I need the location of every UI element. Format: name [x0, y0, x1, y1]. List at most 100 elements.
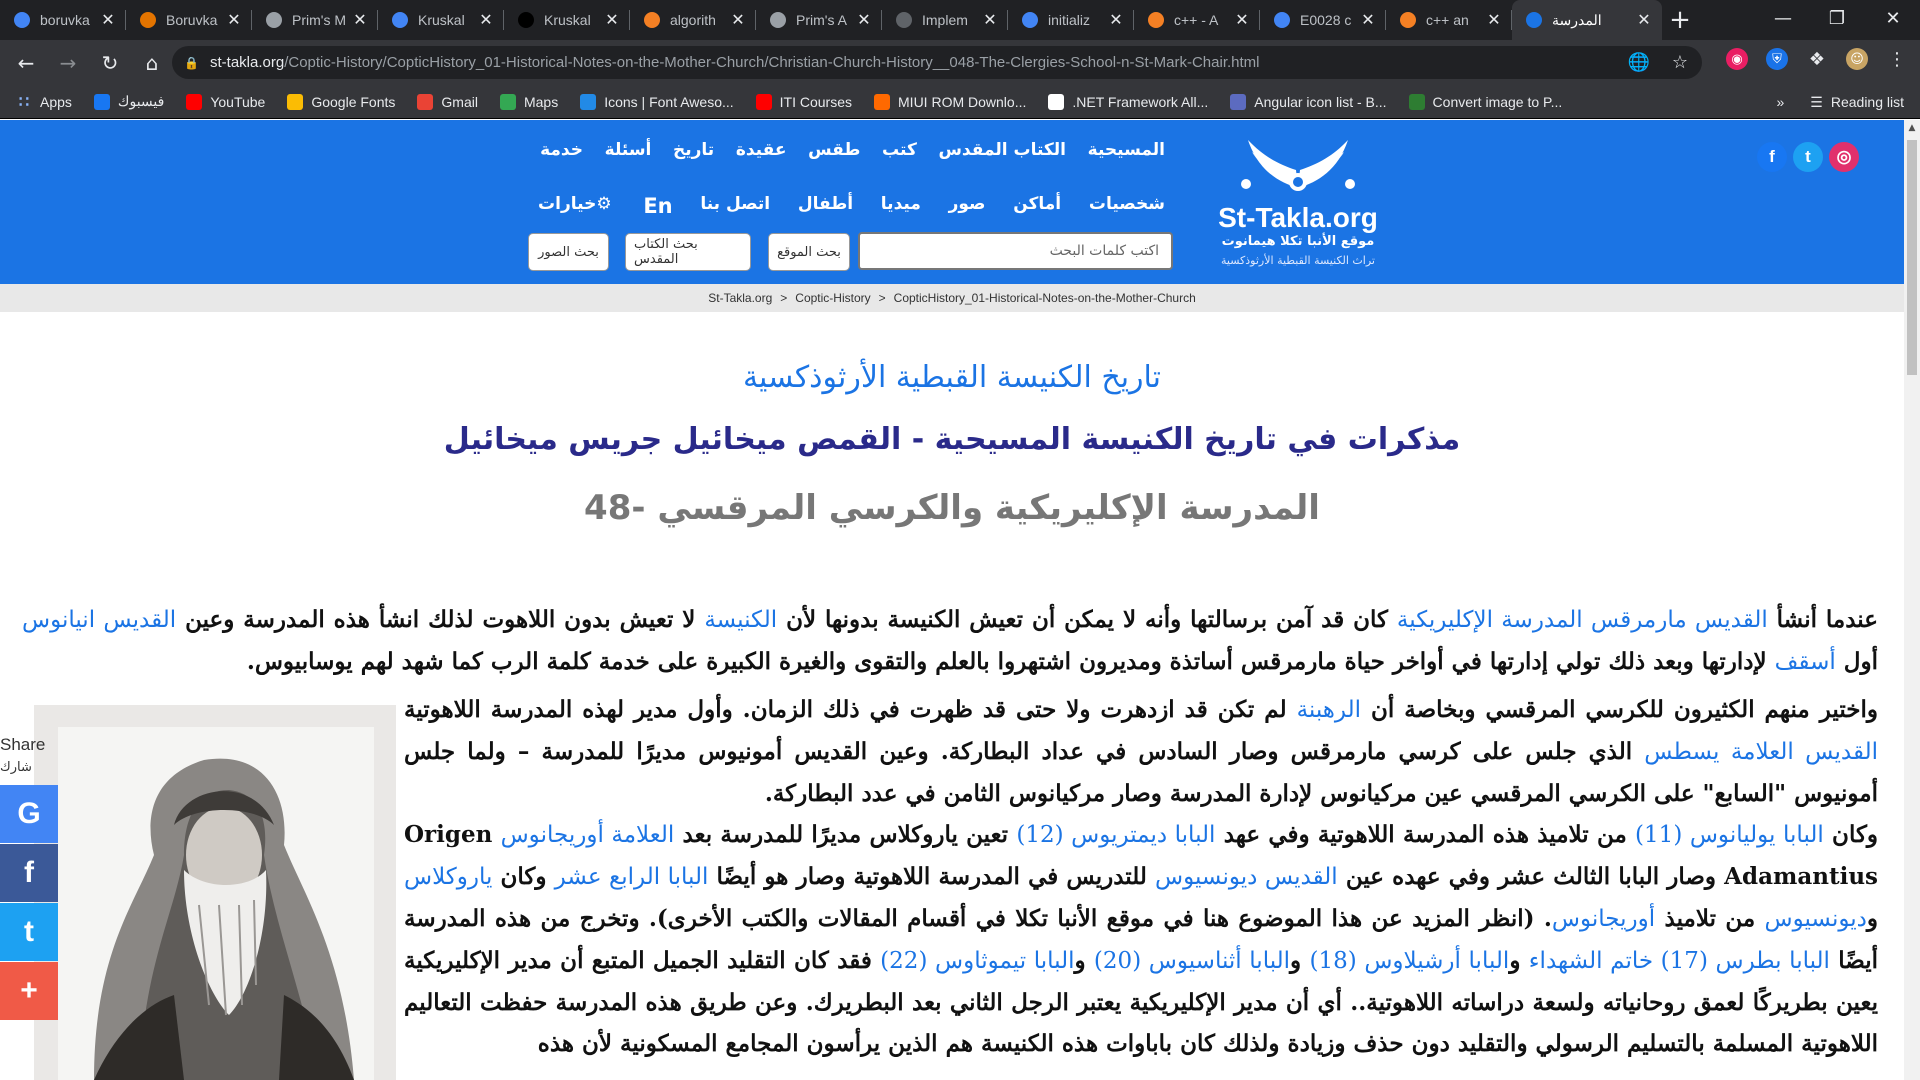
article-link[interactable]: ديونسيوس — [1765, 906, 1867, 932]
address-bar[interactable]: 🔒 st-takla.org/Coptic-History/CopticHist… — [172, 46, 1702, 79]
reading-list-button[interactable]: Reading list — [1831, 94, 1904, 110]
search-images-button[interactable]: بحث الصور — [528, 233, 609, 271]
menu-item[interactable]: كتب — [882, 140, 917, 160]
site-section-title[interactable]: تاريخ الكنيسة القبطية الأرثوذكسية — [0, 360, 1904, 395]
translate-icon[interactable]: 🌐 — [1627, 52, 1649, 73]
article-link[interactable]: القديس انيانوس — [22, 607, 176, 633]
bookmark-item[interactable]: ∷ Apps — [16, 94, 72, 111]
bookmarks-overflow-icon[interactable]: » — [1776, 94, 1784, 110]
gear-icon[interactable]: ⚙ — [596, 194, 611, 214]
browser-tab[interactable]: Prim's M ✕ — [252, 0, 378, 40]
reading-list-icon[interactable]: ☰ — [1810, 94, 1823, 111]
browser-tab[interactable]: c++ an ✕ — [1386, 0, 1512, 40]
search-bible-button[interactable]: بحث الكتاب المقدس — [625, 233, 751, 271]
breadcrumb-link[interactable]: CopticHistory_01-Historical-Notes-on-the… — [894, 291, 1196, 305]
browser-tab[interactable]: Implem ✕ — [882, 0, 1008, 40]
share-google-icon[interactable]: G — [0, 785, 58, 843]
menu-item[interactable]: المسيحية — [1088, 140, 1165, 160]
instagram-icon[interactable]: ◎ — [1829, 142, 1859, 172]
article-link[interactable]: الرهبنة — [1297, 697, 1361, 723]
article-link[interactable]: البابا يوليانوس (11) — [1635, 822, 1824, 848]
article-link[interactable]: البابا أثناسيوس (20) — [1094, 948, 1290, 974]
reload-icon[interactable]: ↻ — [94, 47, 126, 79]
bookmark-item[interactable]: .NET Framework All... — [1048, 93, 1208, 110]
menu-item[interactable]: أطفال — [798, 194, 853, 218]
menu-item[interactable]: خدمة — [540, 140, 583, 160]
tab-close-icon[interactable]: ✕ — [982, 10, 998, 30]
menu-item[interactable]: شخصيات — [1089, 194, 1165, 218]
bookmark-item[interactable]: ITI Courses — [755, 93, 852, 110]
menu-item[interactable]: صور — [949, 194, 986, 218]
browser-tab[interactable]: c++ - A ✕ — [1134, 0, 1260, 40]
tab-close-icon[interactable]: ✕ — [1234, 10, 1250, 30]
close-window-icon[interactable]: ✕ — [1870, 0, 1916, 36]
share-facebook-icon[interactable]: f — [0, 844, 58, 902]
shield-extension-icon[interactable]: ⛨ — [1766, 48, 1788, 70]
breadcrumb-link[interactable]: Coptic-History — [795, 291, 870, 305]
tab-close-icon[interactable]: ✕ — [730, 10, 746, 30]
browser-tab[interactable]: E0028 c ✕ — [1260, 0, 1386, 40]
breadcrumb-link[interactable]: St-Takla.org — [708, 291, 772, 305]
forward-icon[interactable]: → — [52, 47, 84, 79]
restore-icon[interactable]: ❐ — [1814, 0, 1860, 36]
site-logo[interactable]: St-Takla.org موقع الأنبا تكلا هيمانوت تر… — [1208, 130, 1388, 275]
menu-item[interactable]: ⚙خيارات — [538, 194, 616, 218]
bookmark-item[interactable]: Angular icon list - B... — [1230, 93, 1387, 110]
menu-item[interactable]: أسئلة — [605, 140, 652, 160]
article-link[interactable]: ياروكلاس — [404, 864, 492, 890]
bookmark-item[interactable]: Google Fonts — [287, 93, 395, 110]
menu-item[interactable]: تاريخ — [673, 140, 714, 160]
article-link[interactable]: البابا الرابع عشر — [555, 864, 709, 890]
menu-item[interactable]: الكتاب المقدس — [938, 140, 1066, 160]
tab-close-icon[interactable]: ✕ — [1360, 10, 1376, 30]
article-link[interactable]: البابا ديمتريوس (12) — [1016, 822, 1215, 848]
menu-kebab-icon[interactable]: ⋮ — [1886, 48, 1908, 70]
article-link[interactable]: الكنيسة — [704, 607, 777, 633]
browser-tab[interactable]: Kruskal ✕ — [504, 0, 630, 40]
share-twitter-icon[interactable]: t — [0, 903, 58, 961]
bookmark-star-icon[interactable]: ☆ — [1672, 52, 1688, 73]
twitter-icon[interactable]: t — [1793, 142, 1823, 172]
tab-close-icon[interactable]: ✕ — [1108, 10, 1124, 30]
browser-tab[interactable]: المدرسة ✕ — [1512, 0, 1662, 40]
url-text[interactable]: st-takla.org/Coptic-History/CopticHistor… — [210, 54, 1260, 71]
browser-tab[interactable]: boruvka ✕ — [0, 0, 126, 40]
bookmark-item[interactable]: Maps — [499, 93, 558, 110]
new-tab-icon[interactable]: + — [1662, 0, 1698, 40]
browser-tab[interactable]: initializ ✕ — [1008, 0, 1134, 40]
tab-close-icon[interactable]: ✕ — [604, 10, 620, 30]
tab-close-icon[interactable]: ✕ — [856, 10, 872, 30]
browser-tab[interactable]: Kruskal ✕ — [378, 0, 504, 40]
tab-close-icon[interactable]: ✕ — [226, 10, 242, 30]
article-link[interactable]: البابا تيموثاوس (22) — [880, 948, 1074, 974]
extension-icon[interactable]: ◉ — [1726, 48, 1748, 70]
lock-icon[interactable]: 🔒 — [184, 56, 199, 70]
share-more-icon[interactable]: + — [0, 962, 58, 1020]
menu-item[interactable]: ميديا — [881, 194, 921, 218]
menu-item[interactable]: أماكن — [1013, 194, 1061, 218]
article-link[interactable]: القديس العلامة يسطس — [1644, 739, 1878, 765]
browser-tab[interactable]: Boruvka ✕ — [126, 0, 252, 40]
article-link[interactable]: أوريجانوس — [1552, 906, 1655, 932]
search-input[interactable]: اكتب كلمات البحث — [858, 232, 1173, 270]
bookmark-item[interactable]: Gmail — [417, 93, 478, 110]
bookmark-item[interactable]: فيسبوك — [93, 93, 164, 110]
article-link[interactable]: القديس ديونسيوس — [1155, 864, 1338, 890]
article-link[interactable]: البابا بطرس (17) خاتم الشهداء — [1529, 948, 1830, 974]
article-link[interactable]: العلامة أوريجانوس — [501, 822, 675, 848]
bookmark-item[interactable]: YouTube — [186, 93, 265, 110]
book-title[interactable]: مذكرات في تاريخ الكنيسة المسيحية - القمص… — [0, 422, 1904, 457]
article-link[interactable]: أسقف — [1775, 649, 1836, 675]
profile-avatar[interactable]: ☺ — [1846, 48, 1868, 70]
tab-close-icon[interactable]: ✕ — [1486, 10, 1502, 30]
menu-item[interactable]: عقيدة — [736, 140, 787, 160]
menu-item[interactable]: En — [643, 194, 672, 218]
article-link[interactable]: القديس مارمرقس المدرسة الإكليريكية — [1397, 607, 1768, 633]
bookmark-item[interactable]: Icons | Font Aweso... — [580, 93, 734, 110]
minimize-icon[interactable]: — — [1760, 0, 1806, 36]
menu-item[interactable]: طقس — [808, 140, 860, 160]
browser-tab[interactable]: Prim's A ✕ — [756, 0, 882, 40]
bookmark-item[interactable]: MIUI ROM Downlo... — [874, 93, 1026, 110]
back-icon[interactable]: ← — [10, 47, 42, 79]
tab-close-icon[interactable]: ✕ — [100, 10, 116, 30]
